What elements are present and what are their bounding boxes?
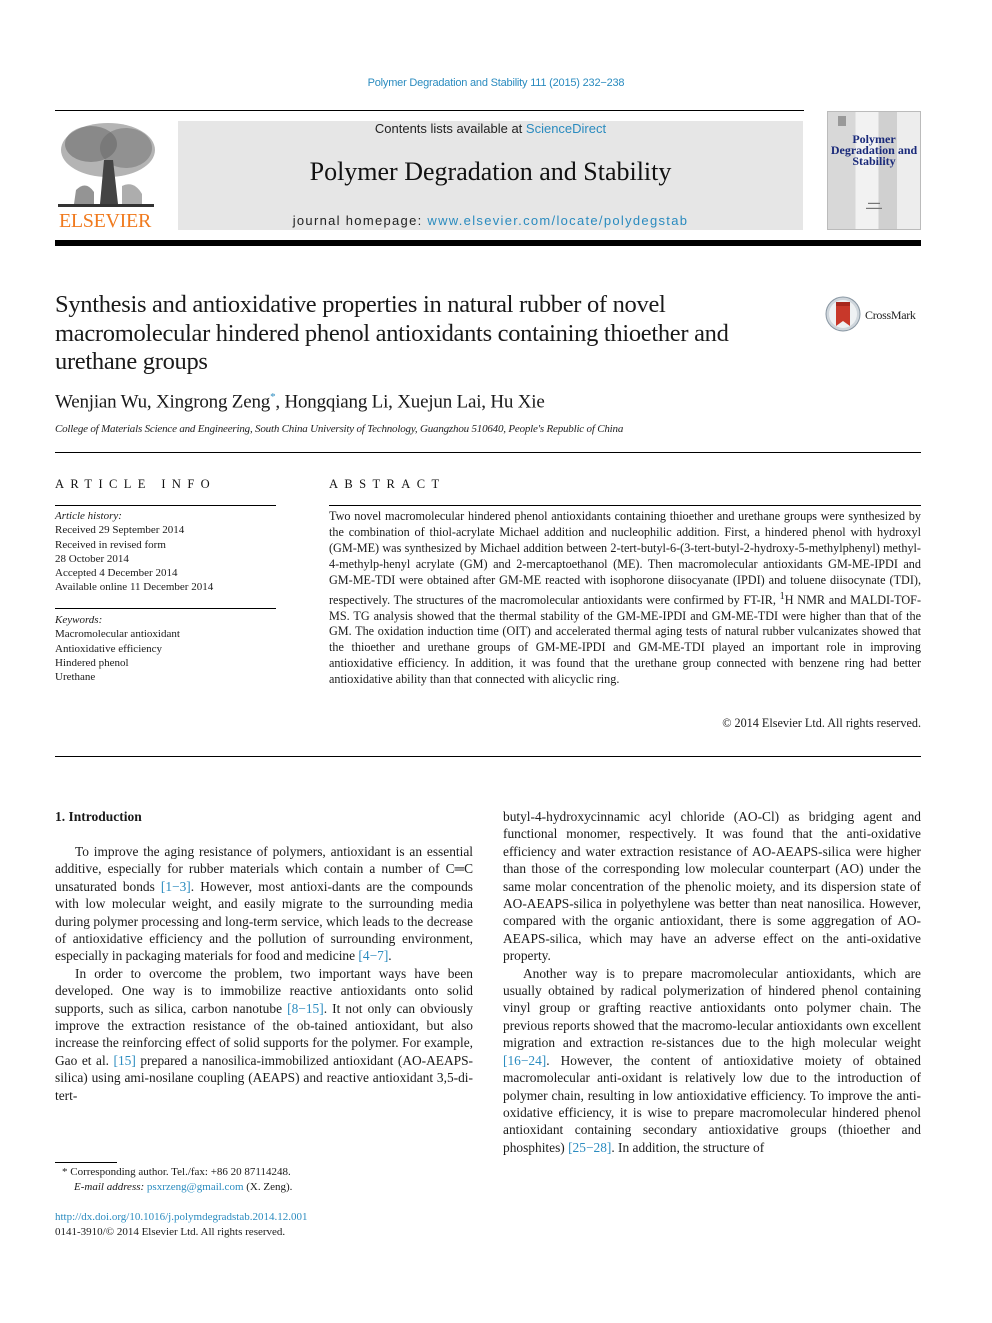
author-name: Hongqiang Li xyxy=(284,391,389,413)
crossmark-icon xyxy=(825,296,861,332)
history-item: Received in revised form xyxy=(55,538,166,551)
body-paragraph: In order to overcome the problem, two im… xyxy=(55,965,474,1103)
homepage-line: journal homepage: www.elsevier.com/locat… xyxy=(178,213,803,228)
citation-link[interactable]: [16−24] xyxy=(503,1053,546,1068)
email-line: E-mail address: psxrzeng@gmail.com (X. Z… xyxy=(62,1180,292,1195)
author-name: Hu Xie xyxy=(490,391,545,413)
contents-prefix: Contents lists available at xyxy=(374,121,526,136)
citation-link[interactable]: [15] xyxy=(114,1053,136,1068)
history-label: Article history: xyxy=(55,510,122,522)
corresponding-author-note: * Corresponding author. Tel./fax: +86 20… xyxy=(62,1166,291,1178)
body-column-right: butyl-4-hydroxycinnamic acyl chloride (A… xyxy=(503,808,921,1156)
corresponding-author-footnote: * Corresponding author. Tel./fax: +86 20… xyxy=(62,1165,292,1196)
tree-logo-icon xyxy=(56,120,156,210)
journal-homepage-link[interactable]: www.elsevier.com/locate/polydegstab xyxy=(427,213,688,228)
keyword: Macromolecular antioxidant xyxy=(55,628,180,641)
history-item: Available online 11 December 2014 xyxy=(55,581,214,594)
article-title: Synthesis and antioxidative properties i… xyxy=(55,291,729,375)
doi-link[interactable]: http://dx.doi.org/10.1016/j.polymdegrads… xyxy=(55,1211,307,1223)
body-paragraph: Another way is to prepare macromolecular… xyxy=(503,965,921,1155)
citation-link[interactable]: [1−3] xyxy=(161,879,191,894)
email-label: E-mail address: xyxy=(74,1181,147,1194)
abstract-text: Two novel macromolecular hindered phenol… xyxy=(329,509,921,688)
body-paragraph: butyl-4-hydroxycinnamic acyl chloride (A… xyxy=(503,809,921,964)
journal-cover-thumbnail[interactable]: Polymer Degradation and Stability ▬▬▬ ▬▬▬… xyxy=(827,111,921,230)
section-heading-introduction: 1. Introduction xyxy=(55,809,142,824)
email-suffix: (X. Zeng). xyxy=(243,1181,293,1194)
divider xyxy=(55,505,276,506)
doi-block: http://dx.doi.org/10.1016/j.polymdegrads… xyxy=(55,1210,307,1241)
journal-name: Polymer Degradation and Stability xyxy=(309,157,672,186)
cover-publisher-mark-icon xyxy=(838,116,846,126)
keyword: Urethane xyxy=(55,671,96,684)
crossmark-label: CrossMark xyxy=(865,308,916,322)
keyword: Antioxidative efficiency xyxy=(55,642,163,655)
divider xyxy=(55,756,921,757)
author-name: Xuejun Lai xyxy=(397,391,482,413)
contents-line: Contents lists available at ScienceDirec… xyxy=(178,121,803,136)
issn-copyright: 0141-3910/© 2014 Elsevier Ltd. All right… xyxy=(55,1226,286,1239)
running-header[interactable]: Polymer Degradation and Stability 111 (2… xyxy=(0,77,992,89)
history-item: 28 October 2014 xyxy=(55,552,129,565)
abstract-heading: ABSTRACT xyxy=(329,477,446,491)
elsevier-logo[interactable]: ELSEVIER xyxy=(53,120,157,232)
footnote-rule xyxy=(55,1162,117,1163)
divider xyxy=(55,608,276,609)
author-list: Wenjian Wu, Xingrong Zeng*, Hongqiang Li… xyxy=(55,391,545,413)
citation-link[interactable]: [25−28] xyxy=(568,1140,611,1155)
keyword: Hindered phenol xyxy=(55,656,129,669)
cover-title: Polymer Degradation and Stability xyxy=(830,132,918,168)
abstract-copyright: © 2014 Elsevier Ltd. All rights reserved… xyxy=(722,716,921,730)
crossmark-button[interactable]: CrossMark xyxy=(825,296,925,336)
history-item: Accepted 4 December 2014 xyxy=(55,567,178,580)
publisher-wordmark: ELSEVIER xyxy=(58,210,152,232)
body-paragraph: To improve the aging resistance of polym… xyxy=(55,844,473,964)
citation-link[interactable]: [8−15] xyxy=(287,1001,324,1016)
email-link[interactable]: psxrzeng@gmail.com xyxy=(147,1181,244,1193)
body-column-left: To improve the aging resistance of polym… xyxy=(55,843,473,1104)
affiliation: College of Materials Science and Enginee… xyxy=(55,423,624,435)
divider xyxy=(55,452,921,453)
citation-link[interactable]: [4−7] xyxy=(358,948,388,963)
article-history: Article history: Received 29 September 2… xyxy=(55,509,213,595)
article-info-heading: ARTICLE INFO xyxy=(55,477,217,491)
divider xyxy=(329,505,921,506)
keywords-label: Keywords: xyxy=(55,614,103,626)
header-rule xyxy=(55,110,804,111)
masthead-thick-rule xyxy=(55,240,921,246)
corresponding-author-mark[interactable]: * xyxy=(270,391,276,403)
homepage-prefix: journal homepage: xyxy=(292,213,428,228)
author-name: Xingrong Zeng xyxy=(156,391,271,413)
history-item: Received 29 September 2014 xyxy=(55,524,185,537)
keywords: Keywords: Macromolecular antioxidant Ant… xyxy=(55,613,180,684)
sciencedirect-link[interactable]: ScienceDirect xyxy=(526,121,606,136)
cover-fineprint: ▬▬▬ ▬▬▬▬ xyxy=(866,200,882,210)
journal-masthead: Contents lists available at ScienceDirec… xyxy=(178,121,803,230)
author-name: Wenjian Wu xyxy=(55,391,147,413)
